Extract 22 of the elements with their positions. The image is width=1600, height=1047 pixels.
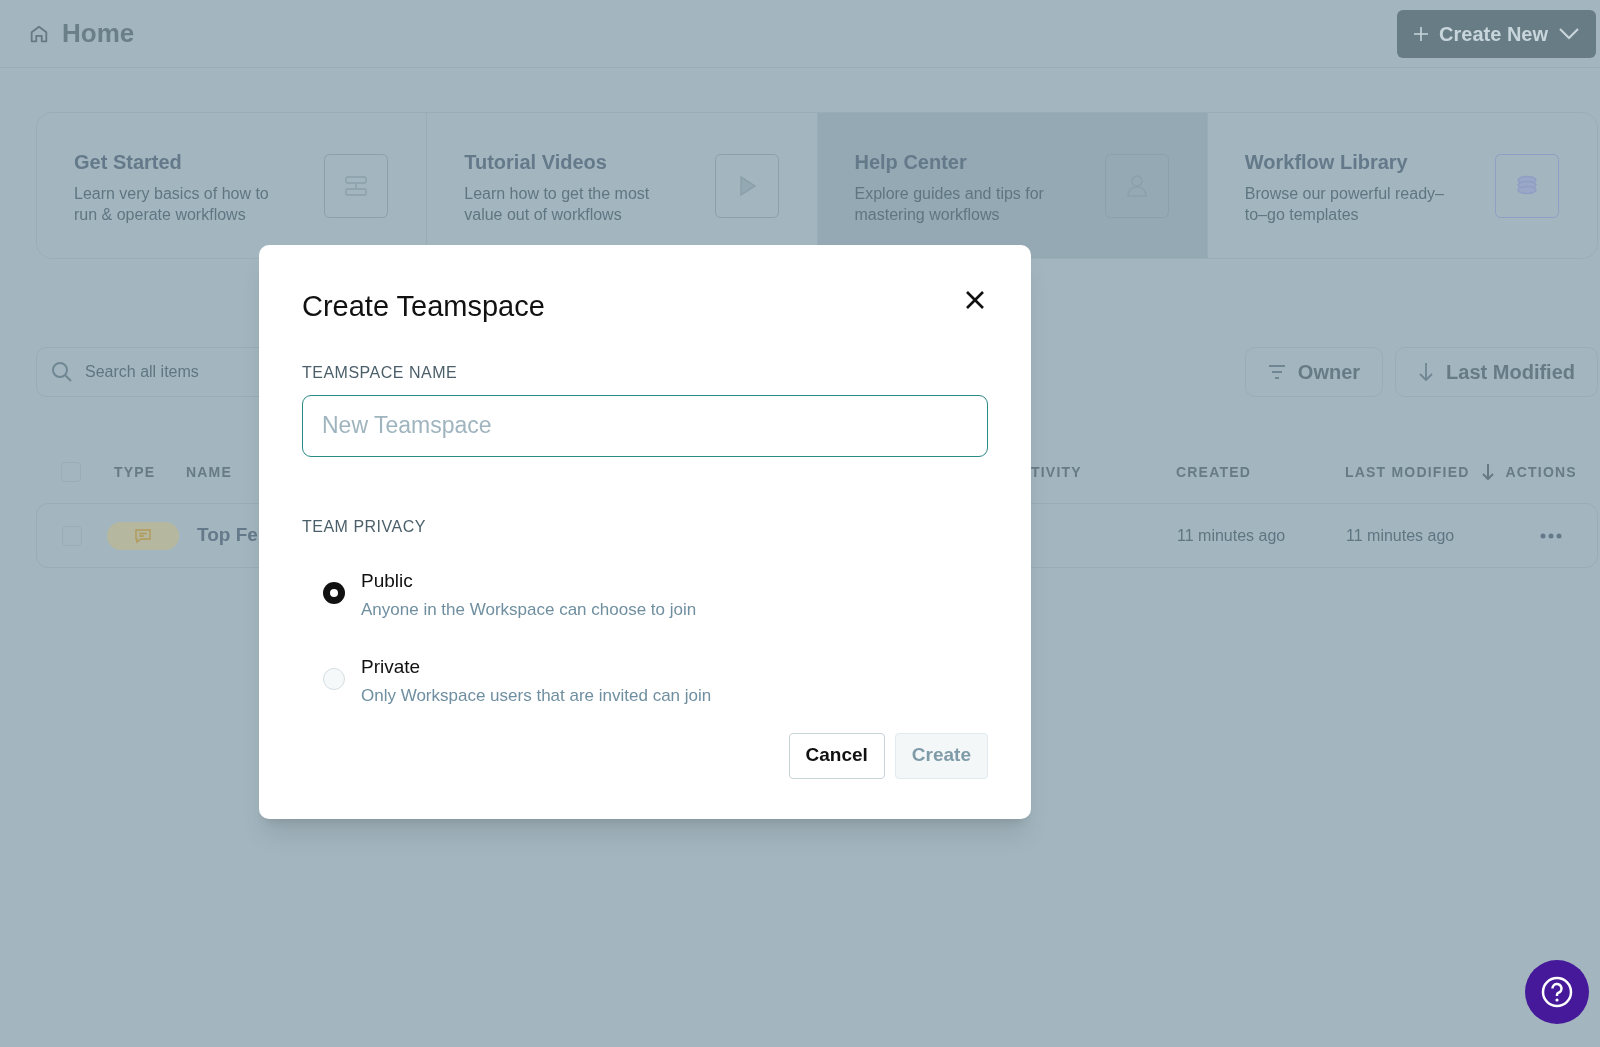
table-cell: 11 minutes ago (1346, 526, 1455, 544)
option-label: Private (361, 654, 422, 679)
card-title: Workflow Library (1244, 149, 1409, 175)
card-title: Tutorial Videos (464, 149, 608, 175)
page-title: Home (62, 17, 135, 50)
column-header: ACTIONS (1505, 462, 1577, 482)
card-description: Learn how to get the most value out of workflows (464, 183, 651, 225)
column-header: TIVITY (1031, 463, 1082, 480)
column-header: NAME (186, 463, 233, 480)
field-label: TEAM PRIVACY (302, 517, 426, 535)
card-description: Learn very basics of how to run & operate workflows (74, 183, 270, 225)
column-header: CREATED (1176, 463, 1252, 480)
column-header: LAST MODIFIED (1345, 462, 1470, 482)
column-header: TYPE (114, 463, 156, 480)
card-description: Browse our powerful ready–to–go templates (1244, 183, 1445, 225)
option-label: Public (361, 568, 414, 593)
card-title: Get Started (74, 149, 183, 175)
option-description: Only Workspace users that are invited can join (361, 685, 712, 707)
option-description: Anyone in the Workspace can choose to join (361, 599, 697, 621)
item-name: Top Fe (197, 524, 258, 546)
table-cell: 11 minutes ago (1177, 526, 1286, 544)
dialog-title: Create Teamspace (302, 289, 545, 324)
